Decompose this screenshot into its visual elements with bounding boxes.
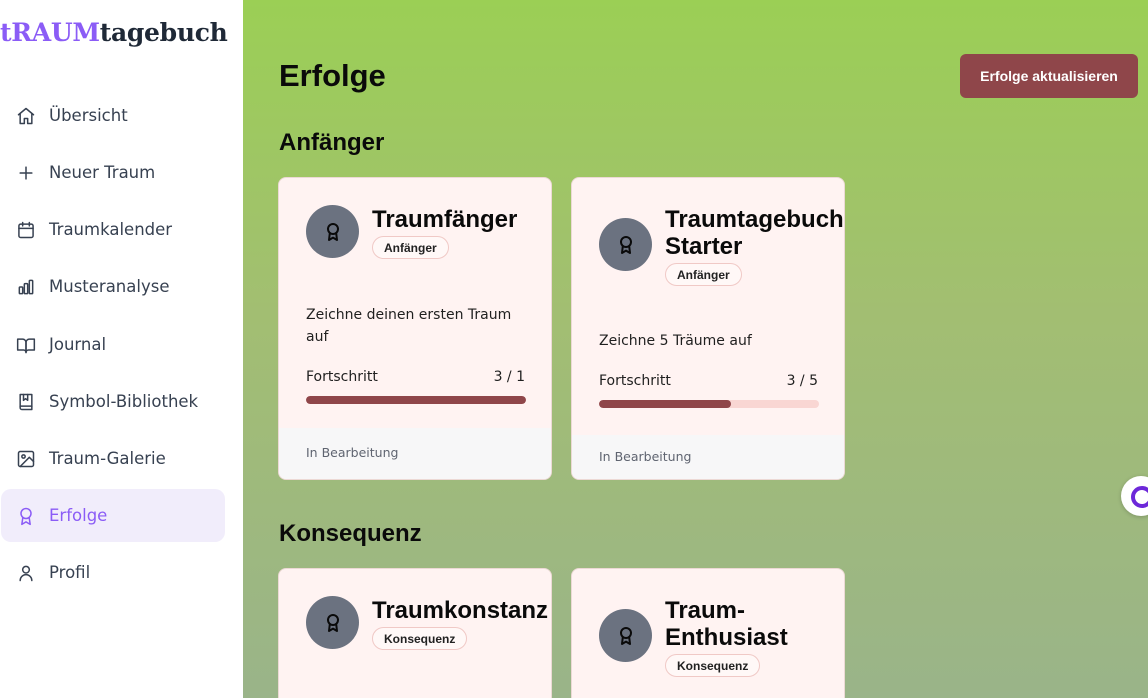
sidebar-item-label: Symbol-Bibliothek [49,392,199,411]
category-badge: Anfänger [372,236,449,259]
app-logo[interactable]: tRAUMtagebuch [0,18,228,47]
sidebar-item-erfolge[interactable]: Erfolge [1,489,225,542]
section-title: Konsequenz [279,520,422,547]
award-icon [599,218,652,271]
achievement-title: Traumfänger [372,206,518,233]
sidebar-item-label: Übersicht [49,106,128,125]
sidebar-item-traum-galerie[interactable]: Traum-Galerie [1,432,225,485]
sidebar-item-neuer-traum[interactable]: Neuer Traum [1,146,225,199]
category-badge: Konsequenz [665,654,761,677]
sidebar-item-symbol-bibliothek[interactable]: Symbol-Bibliothek [1,375,225,428]
category-badge: Konsequenz [372,627,468,650]
assistant-icon [1131,486,1148,508]
achievement-card: Traumtagebuch Starter Anfänger Zeichne 5… [571,177,845,480]
home-icon [15,105,37,127]
bar-chart-icon [15,276,37,298]
achievement-title: Traumkonstanz [372,597,549,624]
user-icon [15,562,37,584]
award-icon [306,205,359,258]
page-title: Erfolge [279,58,386,93]
award-icon [306,596,359,649]
main-content: Erfolge Erfolge aktualisieren Anfänger T… [243,0,1148,698]
achievement-title: Traum- Enthusiast [665,597,788,651]
sidebar-item-label: Traum-Galerie [49,449,166,468]
assistant-button[interactable] [1121,476,1148,516]
calendar-icon [15,219,37,241]
sidebar-item-musteranalyse[interactable]: Musteranalyse [1,260,225,313]
progress-count: 3 / 1 [493,369,525,385]
progress-bar [599,400,819,408]
progress-bar [306,396,526,404]
sidebar-item-label: Neuer Traum [49,163,156,182]
sidebar-item-label: Erfolge [49,506,108,525]
sidebar-item-journal[interactable]: Journal [1,318,225,371]
sidebar-item-label: Musteranalyse [49,277,170,296]
progress-fill [599,400,731,408]
card-footer: In Bearbeitung [572,435,844,479]
image-icon [15,448,37,470]
plus-icon [15,162,37,184]
progress-label: Fortschritt [599,373,671,389]
sidebar-item-label: Profil [49,563,91,582]
sidebar-item-traumkalender[interactable]: Traumkalender [1,203,225,256]
refresh-achievements-button[interactable]: Erfolge aktualisieren [960,54,1138,98]
achievement-title: Traumtagebuch Starter [665,206,844,260]
book-icon [15,391,37,413]
achievement-card: Traum- Enthusiast Konsequenz [571,568,845,698]
progress-label: Fortschritt [306,369,378,385]
sidebar-item-label: Traumkalender [49,220,173,239]
sidebar-item-uebersicht[interactable]: Übersicht [1,89,225,142]
card-footer: In Bearbeitung [279,428,551,479]
book-open-icon [15,334,37,356]
achievement-description: Zeichne deinen ersten Traum auf [306,307,512,345]
progress-fill [306,396,526,404]
award-icon [15,505,37,527]
achievement-card: Traumkonstanz Konsequenz [278,568,552,698]
section-title: Anfänger [279,129,385,156]
progress-count: 3 / 5 [786,373,818,389]
status-text: In Bearbeitung [306,445,399,460]
category-badge: Anfänger [665,263,742,286]
achievement-card: Traumfänger Anfänger Zeichne deinen erst… [278,177,552,480]
sidebar: tRAUMtagebuch Übersicht Neuer Traum Trau… [0,0,243,698]
award-icon [599,609,652,662]
sidebar-item-label: Journal [49,335,107,354]
achievement-description: Zeichne 5 Träume auf [599,333,752,349]
status-text: In Bearbeitung [599,449,692,464]
sidebar-item-profil[interactable]: Profil [1,546,225,599]
